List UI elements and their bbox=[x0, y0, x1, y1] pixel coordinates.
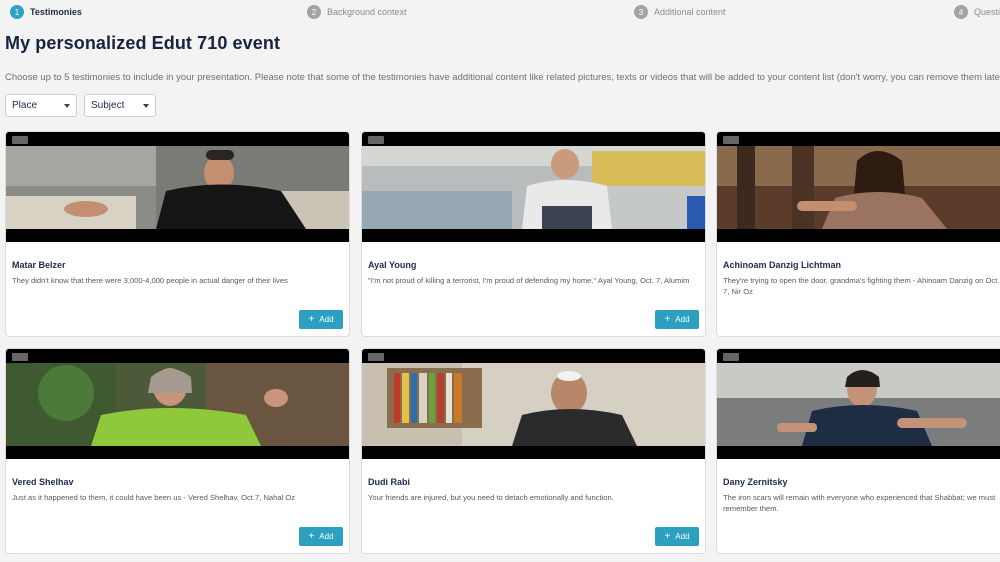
plus-icon: + bbox=[308, 313, 315, 325]
add-button-label: Add bbox=[319, 532, 334, 541]
testimony-name: Ayal Young bbox=[368, 260, 417, 270]
progress-stepper: 1 Testimonies 2 Background context 3 Add… bbox=[0, 3, 1000, 21]
page-subtitle: Choose up to 5 testimonies to include in… bbox=[5, 72, 1000, 83]
testimony-name: Matar Belzer bbox=[12, 260, 66, 270]
channel-logo bbox=[12, 353, 28, 361]
add-button[interactable]: + Add bbox=[299, 310, 343, 329]
video-thumbnail[interactable] bbox=[717, 349, 1000, 459]
add-button[interactable]: + Add bbox=[655, 527, 699, 546]
step-number: 2 bbox=[307, 5, 321, 19]
subject-filter-label: Subject bbox=[91, 100, 125, 111]
testimony-card-matar-belzer: Matar Belzer They didn't know that there… bbox=[5, 131, 350, 337]
add-button-label: Add bbox=[319, 315, 334, 324]
step-number: 4 bbox=[954, 5, 968, 19]
step-label: Testimonies bbox=[30, 7, 82, 17]
testimony-name: Dudi Rabi bbox=[368, 477, 410, 487]
testimony-description: Your friends are injured, but you need t… bbox=[368, 493, 614, 502]
step-questions[interactable]: 4 Questi bbox=[954, 3, 1000, 21]
place-filter-label: Place bbox=[12, 100, 38, 111]
chevron-down-icon bbox=[143, 103, 149, 108]
video-thumbnail[interactable] bbox=[717, 132, 1000, 242]
add-button[interactable]: + Add bbox=[299, 527, 343, 546]
subject-filter-dropdown[interactable]: Subject bbox=[84, 94, 156, 117]
plus-icon: + bbox=[664, 313, 671, 325]
testimony-description: "I'm not proud of killing a terrorist, I… bbox=[368, 276, 690, 285]
video-thumbnail[interactable] bbox=[6, 132, 349, 242]
add-button-label: Add bbox=[675, 532, 690, 541]
add-button-label: Add bbox=[675, 315, 690, 324]
step-label: Questi bbox=[974, 7, 1000, 17]
plus-icon: + bbox=[308, 530, 315, 542]
step-testimonies[interactable]: 1 Testimonies bbox=[10, 3, 82, 21]
testimony-description: They didn't know that there were 3,000-4… bbox=[12, 276, 288, 285]
testimony-name: Dany Zernitsky bbox=[723, 477, 788, 487]
step-label: Additional content bbox=[654, 7, 726, 17]
step-additional-content[interactable]: 3 Additional content bbox=[634, 3, 726, 21]
add-button[interactable]: + Add bbox=[655, 310, 699, 329]
channel-logo bbox=[723, 136, 739, 144]
step-number: 1 bbox=[10, 5, 24, 19]
step-background-context[interactable]: 2 Background context bbox=[307, 3, 407, 21]
channel-logo bbox=[723, 353, 739, 361]
testimony-description: Just as it happened to them, it could ha… bbox=[12, 493, 296, 502]
step-number: 3 bbox=[634, 5, 648, 19]
video-thumbnail[interactable] bbox=[362, 132, 705, 242]
testimony-card-achinoam-danzig-lichtman: Achinoam Danzig Lichtman They're trying … bbox=[716, 131, 1000, 337]
chevron-down-icon bbox=[64, 103, 70, 108]
channel-logo bbox=[12, 136, 28, 144]
video-thumbnail[interactable] bbox=[6, 349, 349, 459]
testimony-card-vered-shelhav: Vered Shelhav Just as it happened to the… bbox=[5, 348, 350, 554]
place-filter-dropdown[interactable]: Place bbox=[5, 94, 77, 117]
channel-logo bbox=[368, 353, 384, 361]
channel-logo bbox=[368, 136, 384, 144]
testimony-name: Vered Shelhav bbox=[12, 477, 74, 487]
testimony-card-dany-zernitsky: Dany Zernitsky The iron scars will remai… bbox=[716, 348, 1000, 554]
video-thumbnail[interactable] bbox=[362, 349, 705, 459]
testimony-description: The iron scars will remain with everyone… bbox=[723, 493, 996, 513]
testimony-name: Achinoam Danzig Lichtman bbox=[723, 260, 842, 270]
testimony-description: They're trying to open the door, grandma… bbox=[723, 276, 1000, 296]
plus-icon: + bbox=[664, 530, 671, 542]
testimony-card-ayal-young: Ayal Young "I'm not proud of killing a t… bbox=[361, 131, 706, 337]
step-label: Background context bbox=[327, 7, 407, 17]
testimony-card-dudi-rabi: Dudi Rabi Your friends are injured, but … bbox=[361, 348, 706, 554]
page-title: My personalized Edut 710 event bbox=[5, 33, 281, 53]
